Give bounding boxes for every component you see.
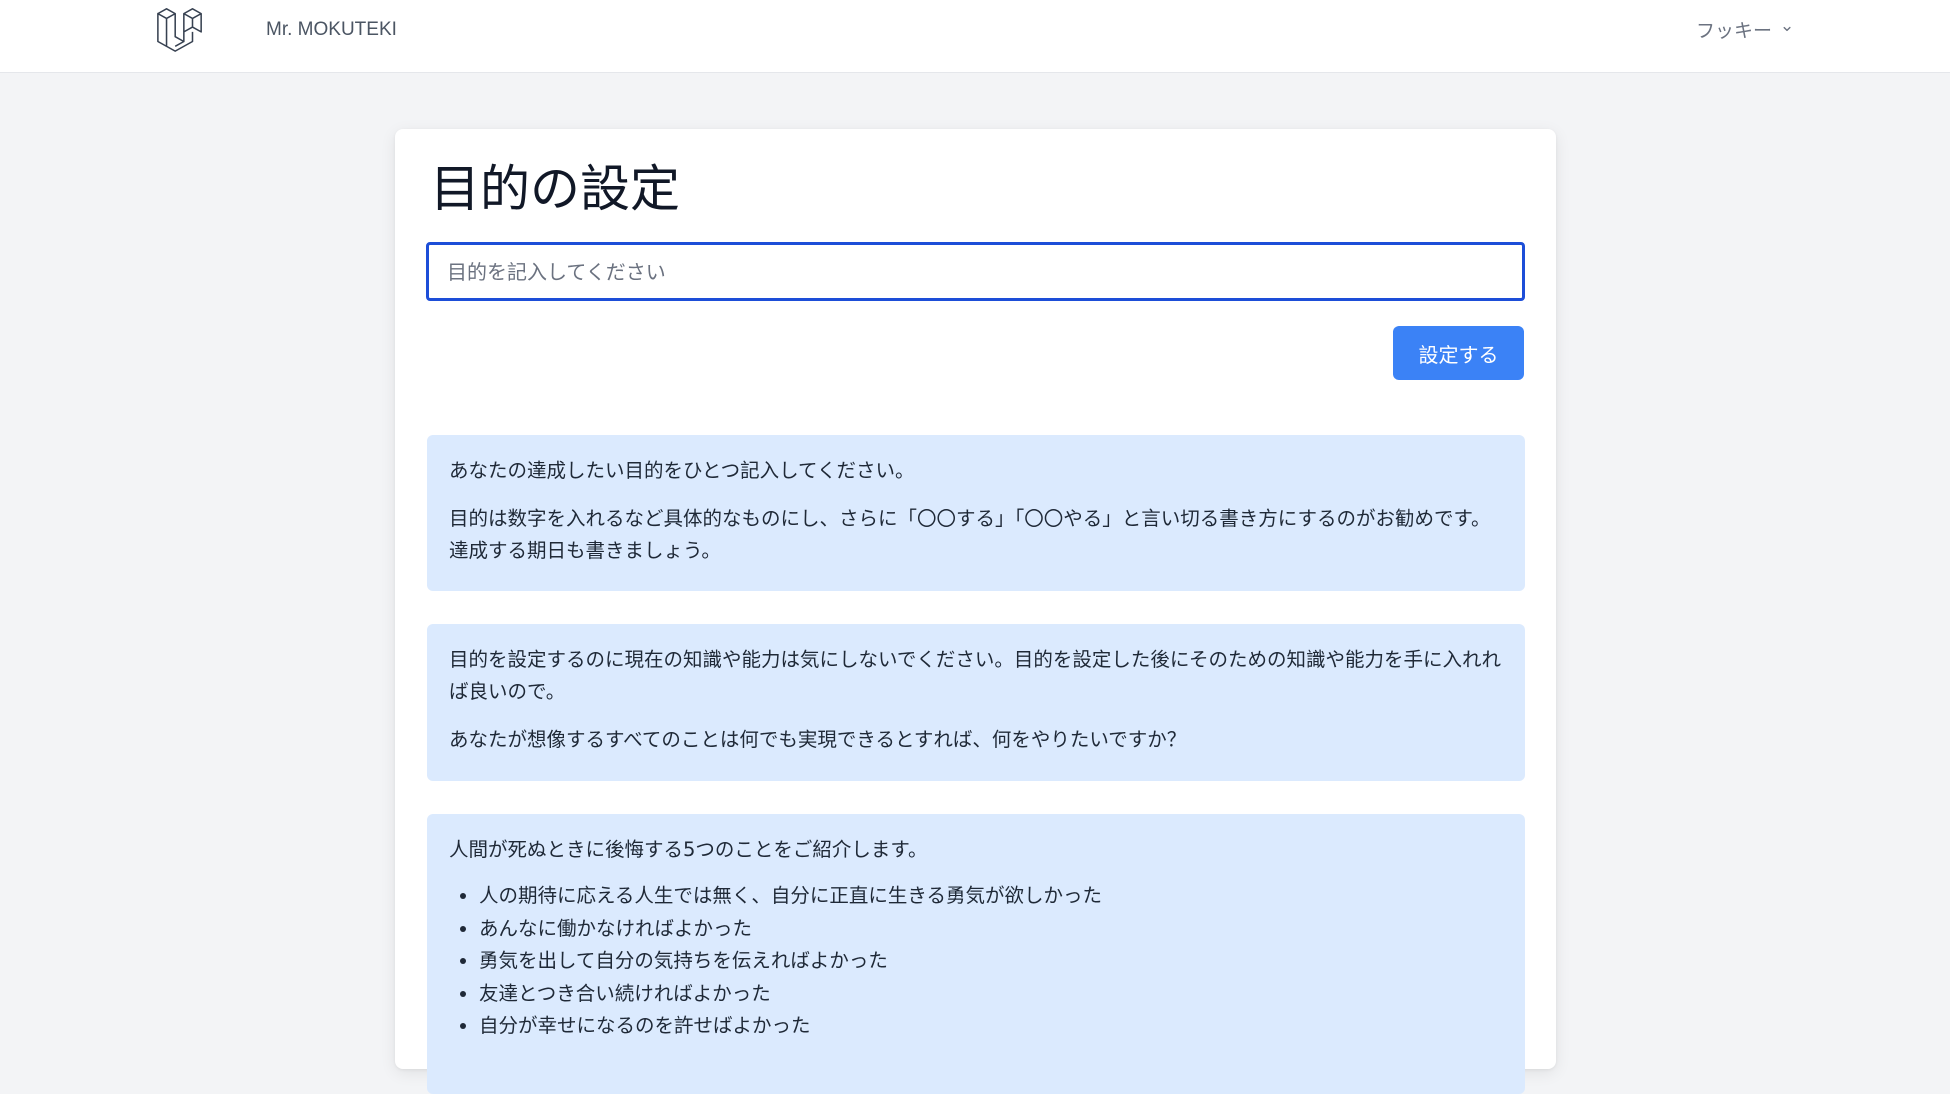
goal-setting-card: 目的の設定 設定する あなたの達成したい目的をひとつ記入してください。 目的は数… <box>395 129 1556 1094</box>
list-item: 自分が幸せになるのを許せばよかった <box>479 1010 1503 1043</box>
regrets-list: 人の期待に応える人生では無く、自分に正直に生きる勇気が欲しかった あんなに働かな… <box>449 880 1503 1043</box>
info-box-mindset: 目的を設定するのに現在の知識や能力は気にしないでください。目的を設定した後にその… <box>427 624 1525 781</box>
info-text: 人間が死ぬときに後悔する5つのことをご紹介します。 <box>449 838 928 861</box>
chevron-down-icon <box>1783 26 1791 32</box>
info-text: 目的は数字を入れるなど具体的なものにし、さらに「〇〇する」「〇〇やる」と言い切る… <box>449 507 1491 562</box>
info-box-regrets: 人間が死ぬときに後悔する5つのことをご紹介します。 人の期待に応える人生では無く… <box>427 814 1525 1094</box>
laravel-logo-icon[interactable] <box>155 4 205 54</box>
list-item: 人の期待に応える人生では無く、自分に正直に生きる勇気が欲しかった <box>479 880 1503 913</box>
list-item: あんなに働かなければよかった <box>479 913 1503 946</box>
top-navigation: Mr. MOKUTEKI フッキー <box>0 0 1950 73</box>
info-text: あなたの達成したい目的をひとつ記入してください。 <box>449 459 915 482</box>
list-item: 勇気を出して自分の気持ちを伝えればよかった <box>479 945 1503 978</box>
info-text: あなたが想像するすべてのことは何でも実現できるとすれば、何をやりたいですか？ <box>449 728 1187 751</box>
app-name[interactable]: Mr. MOKUTEKI <box>266 19 397 41</box>
goal-input[interactable] <box>426 242 1525 301</box>
info-box-instructions: あなたの達成したい目的をひとつ記入してください。 目的は数字を入れるなど具体的な… <box>427 435 1525 591</box>
page-title: 目的の設定 <box>430 160 680 218</box>
user-name: フッキー <box>1696 19 1773 42</box>
info-text: 目的を設定するのに現在の知識や能力は気にしないでください。目的を設定した後にその… <box>449 648 1502 703</box>
submit-goal-button[interactable]: 設定する <box>1393 326 1524 380</box>
list-item: 友達とつき合い続ければよかった <box>479 978 1503 1011</box>
user-dropdown[interactable]: フッキー <box>1696 15 1794 43</box>
